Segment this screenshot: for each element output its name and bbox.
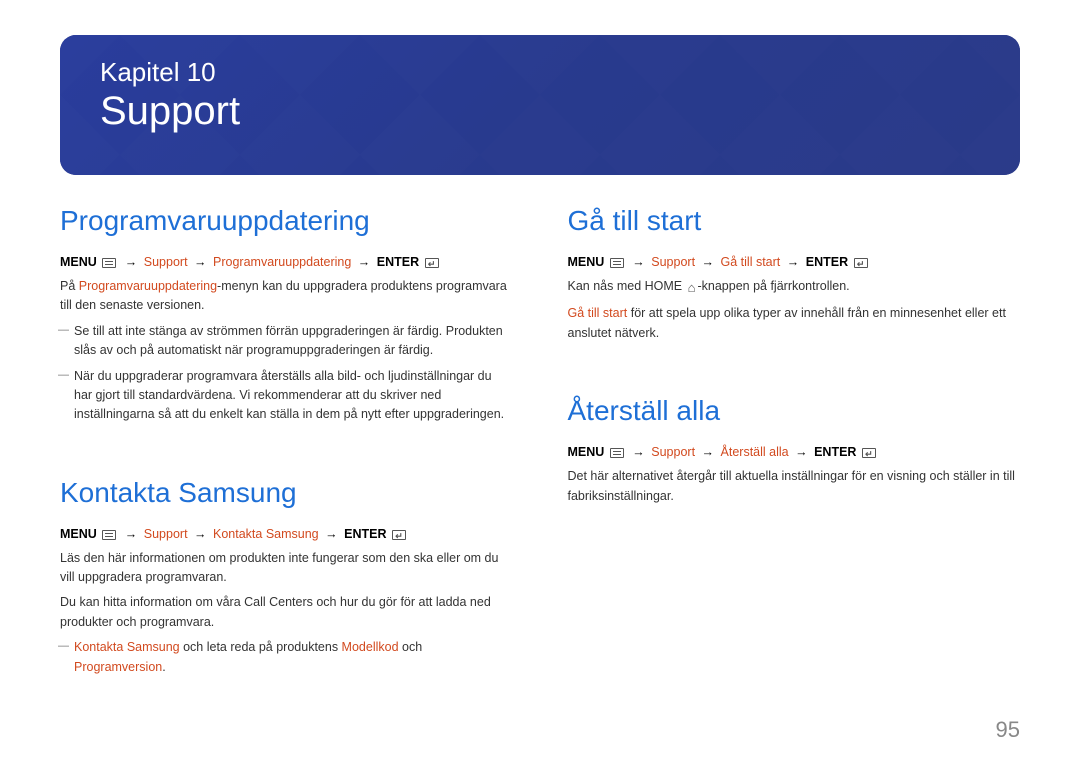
nav-item: Programvaruuppdatering: [213, 255, 351, 269]
hl-contact: Kontakta Samsung: [74, 640, 180, 654]
hl-programversion: Programversion: [74, 660, 162, 674]
arrow-icon: →: [784, 255, 803, 269]
note-item: Kontakta Samsung och leta reda på produk…: [74, 638, 513, 677]
page: Kapitel 10 Support Programvaruuppdaterin…: [0, 0, 1080, 763]
hl-modelcode: Modellkod: [342, 640, 399, 654]
software-update-notes: Se till att inte stänga av strömmen förr…: [60, 322, 513, 425]
nav-support: Support: [144, 527, 188, 541]
arrow-icon: →: [122, 527, 141, 541]
arrow-icon: →: [699, 445, 718, 459]
section-gap: [60, 431, 513, 459]
text: för att spela upp olika typer av innehål…: [568, 306, 1006, 339]
enter-icon: [862, 448, 876, 458]
enter-icon: [854, 258, 868, 268]
go-to-start-desc-2: Gå till start för att spela upp olika ty…: [568, 304, 1021, 343]
heading-contact-samsung: Kontakta Samsung: [60, 477, 513, 509]
arrow-icon: →: [355, 255, 374, 269]
hl-software-update: Programvaruuppdatering: [79, 279, 217, 293]
chapter-banner: Kapitel 10 Support: [60, 35, 1020, 175]
text: På: [60, 279, 79, 293]
arrow-icon: →: [122, 255, 141, 269]
banner-text: Kapitel 10 Support: [60, 35, 1020, 134]
text: och: [399, 640, 423, 654]
text: -knappen på fjärrkontrollen.: [697, 279, 849, 293]
arrow-icon: →: [699, 255, 718, 269]
home-label: HOME: [645, 279, 683, 293]
nav-menu-label: MENU: [60, 527, 97, 541]
contact-notes: Kontakta Samsung och leta reda på produk…: [60, 638, 513, 677]
page-number: 95: [996, 717, 1020, 743]
software-update-desc: På Programvaruuppdatering-menyn kan du u…: [60, 277, 513, 316]
heading-software-update: Programvaruuppdatering: [60, 205, 513, 237]
nav-enter-label: ENTER: [814, 445, 856, 459]
nav-enter-label: ENTER: [344, 527, 386, 541]
arrow-icon: →: [629, 445, 648, 459]
right-column: Gå till start MENU → Support → Gå till s…: [568, 205, 1021, 683]
text: och leta reda på produktens: [180, 640, 342, 654]
menu-icon: [102, 258, 116, 268]
nav-enter-label: ENTER: [377, 255, 419, 269]
nav-menu-label: MENU: [568, 445, 605, 459]
nav-item: Återställ alla: [721, 445, 789, 459]
text: .: [162, 660, 165, 674]
home-icon: [688, 278, 696, 298]
nav-path-reset-all: MENU → Support → Återställ alla → ENTER: [568, 445, 1021, 459]
arrow-icon: →: [792, 445, 811, 459]
arrow-icon: →: [191, 527, 210, 541]
nav-support: Support: [144, 255, 188, 269]
nav-item: Gå till start: [721, 255, 781, 269]
arrow-icon: →: [191, 255, 210, 269]
menu-icon: [610, 448, 624, 458]
section-gap: [568, 349, 1021, 377]
go-to-start-desc-1: Kan nås med HOME -knappen på fjärrkontro…: [568, 277, 1021, 298]
heading-go-to-start: Gå till start: [568, 205, 1021, 237]
hl-go-to-start: Gå till start: [568, 306, 628, 320]
enter-icon: [392, 530, 406, 540]
heading-reset-all: Återställ alla: [568, 395, 1021, 427]
contact-desc-1: Läs den här informationen om produkten i…: [60, 549, 513, 588]
nav-enter-label: ENTER: [806, 255, 848, 269]
nav-path-software-update: MENU → Support → Programvaruuppdatering …: [60, 255, 513, 269]
nav-menu-label: MENU: [568, 255, 605, 269]
contact-desc-2: Du kan hitta information om våra Call Ce…: [60, 593, 513, 632]
note-item: När du uppgraderar programvara återställ…: [74, 367, 513, 425]
left-column: Programvaruuppdatering MENU → Support → …: [60, 205, 513, 683]
note-item: Se till att inte stänga av strömmen förr…: [74, 322, 513, 361]
reset-all-desc: Det här alternativet återgår till aktuel…: [568, 467, 1021, 506]
nav-item: Kontakta Samsung: [213, 527, 319, 541]
nav-support: Support: [651, 445, 695, 459]
nav-menu-label: MENU: [60, 255, 97, 269]
chapter-title: Support: [100, 88, 980, 134]
text: Kan nås med: [568, 279, 645, 293]
arrow-icon: →: [629, 255, 648, 269]
enter-icon: [425, 258, 439, 268]
chapter-number: Kapitel 10: [100, 57, 980, 88]
nav-support: Support: [651, 255, 695, 269]
arrow-icon: →: [322, 527, 341, 541]
nav-path-go-to-start: MENU → Support → Gå till start → ENTER: [568, 255, 1021, 269]
menu-icon: [610, 258, 624, 268]
nav-path-contact-samsung: MENU → Support → Kontakta Samsung → ENTE…: [60, 527, 513, 541]
menu-icon: [102, 530, 116, 540]
